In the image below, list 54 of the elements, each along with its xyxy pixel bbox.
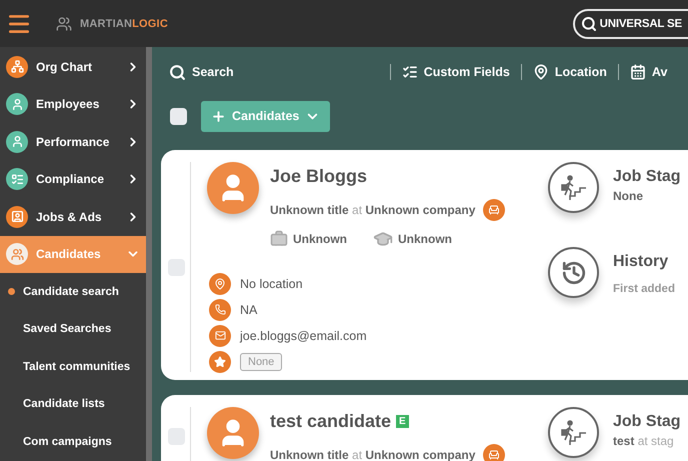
mail-icon <box>209 324 231 346</box>
chair-icon <box>483 199 506 221</box>
search-button[interactable]: Search <box>169 64 234 80</box>
sidebar-item[interactable]: Jobs & Ads <box>0 198 146 236</box>
search-icon <box>580 16 597 32</box>
toolbar-button[interactable]: Location <box>532 64 607 80</box>
calendar-icon <box>630 64 646 80</box>
list-check-icon <box>402 64 418 80</box>
history-icon <box>548 247 599 298</box>
person-icon <box>10 135 24 148</box>
submenu-item[interactable]: Candidate lists <box>0 386 146 423</box>
email-text: joe.bloggs@email.com <box>240 328 367 342</box>
candidate-name[interactable]: test candidate <box>270 411 392 432</box>
location-pin-icon <box>532 64 549 80</box>
select-all-checkbox[interactable] <box>170 108 187 124</box>
job-stage-value: None <box>613 189 644 203</box>
sidebar-item[interactable]: Org Chart <box>0 48 146 86</box>
work-info: Unknown <box>270 229 347 249</box>
sidebar-item[interactable]: Compliance <box>0 160 146 198</box>
history-title: History <box>613 253 670 271</box>
logo-icon <box>56 16 72 32</box>
toolbar-button[interactable]: Custom Fields <box>402 64 510 80</box>
search-icon <box>169 64 186 80</box>
candidate-name[interactable]: Joe Bloggs <box>270 166 368 187</box>
submenu-item[interactable]: Talent communities <box>0 348 146 386</box>
badge: E <box>396 415 409 428</box>
job-title-text: Unknown title at Unknown company <box>270 203 476 217</box>
phone-text: NA <box>240 302 258 316</box>
phone-icon <box>209 298 231 320</box>
location-text: No location <box>240 276 303 290</box>
org-chart-icon <box>10 60 24 74</box>
job-stage-title: Job Stag <box>613 413 681 431</box>
education-info: Unknown <box>373 229 452 249</box>
history-text: First added <box>613 283 675 295</box>
sidebar-item[interactable]: Performance <box>0 123 146 160</box>
job-stage-value: test at stag <box>613 434 675 448</box>
brand-logo: MARTIANLOGIC <box>80 18 168 30</box>
toolbar-button[interactable]: Av <box>630 64 668 80</box>
submenu-item[interactable]: Saved Searches <box>0 310 146 348</box>
stair-climber-icon <box>560 418 588 446</box>
id-badge-icon <box>10 210 24 224</box>
universal-search-button[interactable]: UNIVERSAL SE <box>572 8 688 38</box>
people-icon <box>10 248 24 261</box>
plus-icon <box>211 108 226 124</box>
person-icon <box>10 98 24 111</box>
job-stage-title: Job Stag <box>613 168 681 186</box>
location-pin-icon <box>209 272 231 294</box>
briefcase-icon <box>270 230 288 248</box>
stair-climber-icon <box>560 174 588 202</box>
submenu-item[interactable]: Com campaigns <box>0 423 146 460</box>
checklist-icon <box>10 172 24 186</box>
rating-tag: None <box>240 352 282 370</box>
submenu-item[interactable]: Candidate search <box>0 273 146 310</box>
sidebar-item[interactable]: Employees <box>0 86 146 123</box>
